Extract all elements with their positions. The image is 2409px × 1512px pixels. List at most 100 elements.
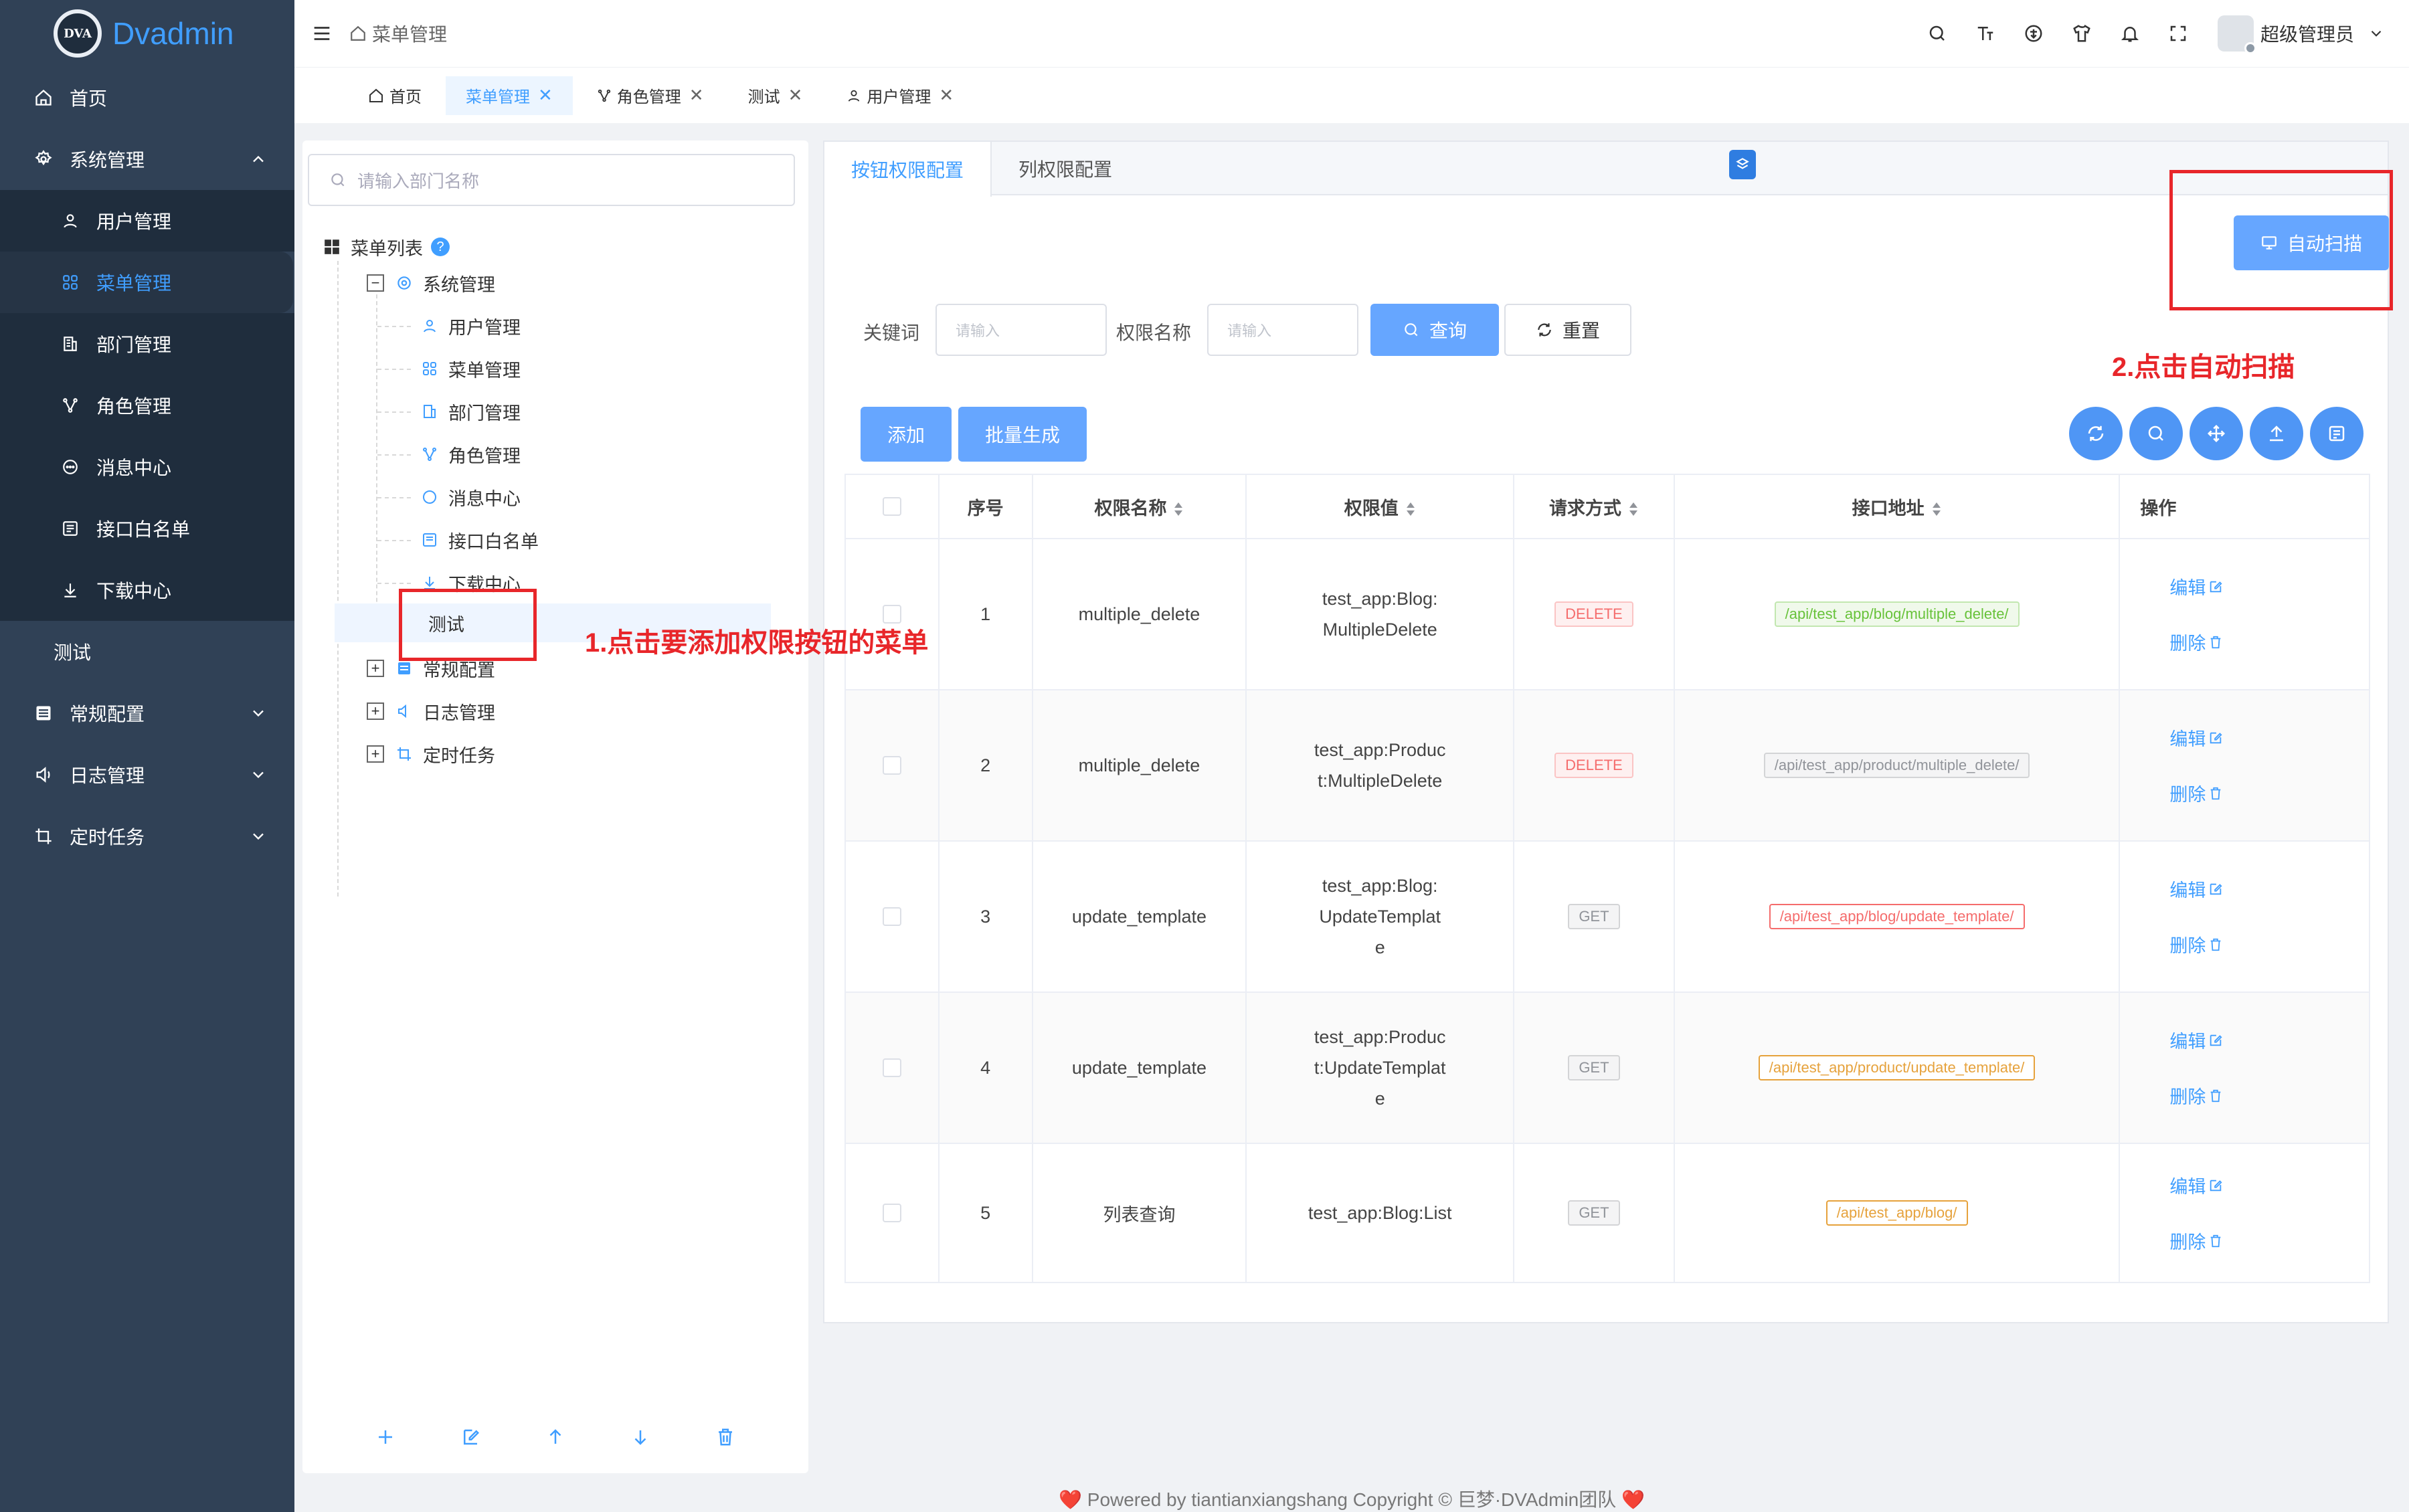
tab-button-permission[interactable]: 按钮权限配置: [824, 142, 992, 197]
sort-icon[interactable]: [1405, 501, 1416, 517]
sidebar-item-home[interactable]: 首页: [0, 67, 294, 128]
row-checkbox[interactable]: [882, 907, 901, 926]
sidebar-item-label: 测试: [54, 642, 92, 663]
trash-icon[interactable]: [713, 1425, 737, 1449]
sidebar-item-departments[interactable]: 部门管理: [0, 313, 294, 375]
reset-button[interactable]: 重置: [1504, 304, 1631, 356]
add-icon[interactable]: [373, 1425, 397, 1449]
edit-icon: [2206, 579, 2223, 594]
move-down-icon[interactable]: [628, 1425, 652, 1449]
collapse-icon[interactable]: −: [367, 274, 384, 292]
export-button[interactable]: [2250, 407, 2303, 460]
tab-home[interactable]: 首页: [348, 76, 442, 115]
chevron-down-icon[interactable]: [2363, 21, 2389, 46]
tree-node-users[interactable]: 用户管理: [420, 306, 521, 345]
expand-icon[interactable]: +: [367, 745, 384, 763]
tree-node-roles[interactable]: 角色管理: [420, 435, 521, 474]
tab-test[interactable]: 测试 ✕: [728, 76, 823, 115]
tree-node-logs[interactable]: + 日志管理: [367, 692, 495, 731]
tab-menus[interactable]: 菜单管理 ✕: [446, 76, 573, 115]
help-icon[interactable]: ?: [431, 238, 450, 256]
sidebar-item-users[interactable]: 用户管理: [0, 190, 294, 252]
edit-link[interactable]: 编辑: [2169, 876, 2369, 902]
tree-node-whitelist[interactable]: 接口白名单: [420, 521, 539, 559]
fullscreen-icon[interactable]: [2165, 21, 2191, 46]
cell-index: 4: [938, 991, 1033, 1144]
delete-link[interactable]: 删除: [2169, 1228, 2369, 1254]
sidebar-item-scheduled-tasks[interactable]: 定时任务: [0, 806, 294, 867]
close-icon[interactable]: ✕: [788, 85, 803, 106]
delete-link[interactable]: 删除: [2169, 629, 2369, 655]
sort-icon[interactable]: [1173, 501, 1184, 517]
status-dot: [2244, 42, 2256, 54]
user-name[interactable]: 超级管理员: [2260, 20, 2354, 47]
select-all-checkbox[interactable]: [882, 497, 901, 516]
delete-link[interactable]: 删除: [2169, 1082, 2369, 1109]
close-icon[interactable]: ✕: [689, 85, 704, 106]
font-size-icon[interactable]: [1973, 21, 1998, 46]
query-button[interactable]: 查询: [1370, 304, 1499, 356]
sidebar-item-menus[interactable]: 菜单管理: [0, 252, 293, 313]
sidebar-item-logs[interactable]: 日志管理: [0, 744, 294, 806]
delete-link[interactable]: 删除: [2169, 931, 2369, 957]
expand-icon[interactable]: +: [367, 702, 384, 720]
bell-icon[interactable]: [2117, 21, 2143, 46]
avatar[interactable]: [2217, 15, 2256, 54]
add-button[interactable]: 添加: [861, 407, 952, 462]
method-badge: GET: [1568, 1055, 1620, 1080]
tree-node-system[interactable]: − 系统管理: [367, 264, 495, 302]
row-checkbox[interactable]: [882, 1058, 901, 1077]
theme-shirt-icon[interactable]: [2069, 21, 2094, 46]
edit-icon[interactable]: [458, 1425, 482, 1449]
edit-link[interactable]: 编辑: [2169, 573, 2369, 599]
column-header[interactable]: 权限值: [1245, 474, 1515, 539]
sidebar-item-general-config[interactable]: 常规配置: [0, 682, 294, 744]
sidebar-item-messages[interactable]: 消息中心: [0, 436, 294, 498]
tab-column-permission[interactable]: 列权限配置: [992, 142, 1139, 195]
close-icon[interactable]: ✕: [538, 85, 553, 106]
expand-icon[interactable]: +: [367, 660, 384, 677]
trash-icon: [2206, 1234, 2223, 1248]
sidebar-item-downloads[interactable]: 下载中心: [0, 559, 294, 621]
search-toggle-button[interactable]: [2129, 407, 2183, 460]
menu-toggle-icon[interactable]: [310, 22, 333, 45]
row-checkbox[interactable]: [882, 756, 901, 775]
app-badge-icon[interactable]: [1729, 150, 1756, 179]
tree-search-input[interactable]: 请输入部门名称: [308, 154, 795, 206]
tree-node-menus[interactable]: 菜单管理: [420, 349, 521, 388]
move-up-icon[interactable]: [543, 1425, 567, 1449]
sidebar-item-system[interactable]: 系统管理: [0, 128, 294, 190]
column-settings-button[interactable]: [2310, 407, 2363, 460]
column-header[interactable]: 请求方式: [1513, 474, 1675, 539]
column-header[interactable]: 接口地址: [1673, 474, 2121, 539]
role-icon: [420, 445, 439, 464]
perm-name-input[interactable]: 请输入: [1207, 304, 1358, 356]
sidebar-item-whitelist[interactable]: 接口白名单: [0, 498, 294, 559]
batch-generate-button[interactable]: 批量生成: [958, 407, 1087, 462]
move-button[interactable]: [2190, 407, 2243, 460]
sort-icon[interactable]: [1931, 501, 1942, 517]
edit-link[interactable]: 编辑: [2169, 725, 2369, 751]
column-header[interactable]: 权限名称: [1031, 474, 1247, 539]
keyword-input[interactable]: 请输入: [935, 304, 1107, 356]
api-tag: /api/test_app/product/multiple_delete/: [1763, 753, 2030, 778]
edit-link[interactable]: 编辑: [2169, 1172, 2369, 1198]
row-checkbox[interactable]: [882, 1204, 901, 1222]
sidebar-item-test[interactable]: 测试: [0, 621, 294, 682]
edit-link[interactable]: 编辑: [2169, 1027, 2369, 1053]
breadcrumb-current[interactable]: 菜单管理: [372, 20, 447, 47]
refresh-button[interactable]: [2069, 407, 2123, 460]
app-logo[interactable]: DVA Dvadmin: [0, 0, 294, 67]
tab-users[interactable]: 用户管理 ✕: [826, 76, 974, 115]
tree-node-scheduled-tasks[interactable]: + 定时任务: [367, 735, 495, 773]
language-icon[interactable]: [2021, 21, 2046, 46]
search-icon[interactable]: [1925, 21, 1950, 46]
sort-icon[interactable]: [1628, 501, 1639, 517]
tab-roles[interactable]: 角色管理 ✕: [577, 76, 724, 115]
delete-link[interactable]: 删除: [2169, 780, 2369, 806]
tree-root[interactable]: 菜单列表 ?: [323, 227, 450, 266]
tree-node-departments[interactable]: 部门管理: [420, 392, 521, 431]
tree-node-messages[interactable]: 消息中心: [420, 478, 521, 516]
close-icon[interactable]: ✕: [939, 85, 954, 106]
sidebar-item-roles[interactable]: 角色管理: [0, 375, 294, 436]
